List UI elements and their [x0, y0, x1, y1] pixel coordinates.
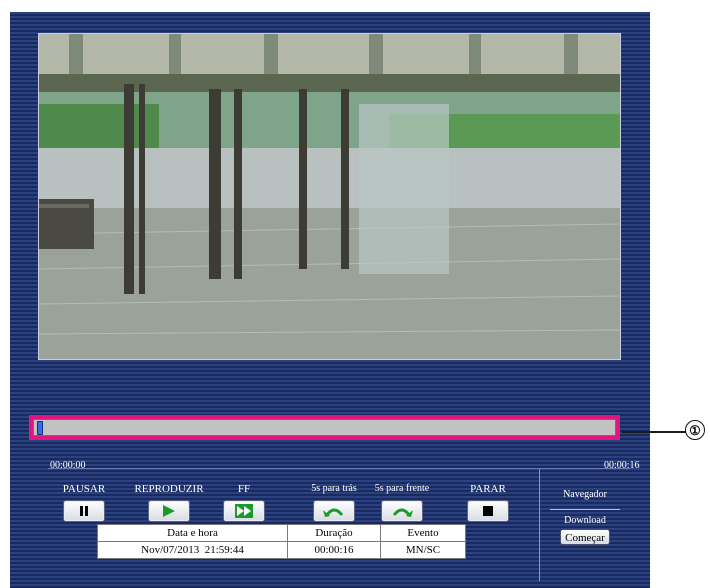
navigator-panel: Navegador Download Começar: [540, 469, 630, 581]
fast-forward-button[interactable]: [223, 500, 265, 522]
fwd5-label: 5s para frente: [374, 483, 430, 494]
pause-icon: [80, 506, 88, 516]
back5-label: 5s para trás: [311, 483, 357, 494]
callout-line: [622, 431, 686, 433]
pause-control: PAUSAR: [54, 482, 114, 522]
header-duration: Duração: [287, 524, 381, 542]
navigator-divider: [550, 509, 620, 510]
info-header-row: Data e hora Duração Evento: [97, 524, 466, 542]
back5-control: 5s para trás: [304, 482, 364, 522]
video-player-panel: 00:00:00 00:00:16 PAUSAR REPRODUZIR FF 5…: [10, 12, 650, 588]
skip-back-button[interactable]: [313, 500, 355, 522]
start-download-button[interactable]: Começar: [560, 529, 610, 545]
header-datetime: Data e hora: [97, 524, 288, 542]
seek-bar-thumb[interactable]: [37, 421, 43, 435]
play-button[interactable]: [148, 500, 190, 522]
ff-control: FF: [214, 482, 274, 522]
recording-info-table: Data e hora Duração Evento Nov/07/2013 2…: [97, 524, 466, 559]
skip-back-icon: [323, 508, 344, 517]
stop-icon: [483, 506, 493, 516]
pause-button[interactable]: [63, 500, 105, 522]
pause-label: PAUSAR: [62, 483, 106, 495]
fast-forward-icon: [235, 504, 253, 518]
fwd5-control: 5s para frente: [366, 482, 438, 522]
camera-video-frame: [38, 33, 621, 360]
stop-label: PARAR: [470, 483, 506, 495]
play-label: REPRODUZIR: [134, 483, 204, 495]
header-event: Evento: [380, 524, 466, 542]
stop-control: PARAR: [458, 482, 518, 522]
play-control: REPRODUZIR: [124, 482, 214, 522]
info-data-row: Nov/07/2013 21:59:44 00:00:16 MN/SC: [97, 541, 466, 559]
skip-forward-button[interactable]: [381, 500, 423, 522]
cell-event: MN/SC: [380, 541, 466, 559]
cell-datetime: Nov/07/2013 21:59:44: [97, 541, 288, 559]
seek-bar-highlight: [29, 415, 620, 440]
ff-label: FF: [237, 483, 251, 495]
download-label: Download: [564, 515, 606, 526]
seek-bar[interactable]: [33, 419, 616, 436]
play-icon: [163, 505, 175, 517]
cell-duration: 00:00:16: [287, 541, 381, 559]
navigator-title: Navegador: [563, 489, 607, 500]
skip-forward-icon: [392, 508, 413, 517]
callout-number: ①: [685, 420, 705, 440]
stop-button[interactable]: [467, 500, 509, 522]
